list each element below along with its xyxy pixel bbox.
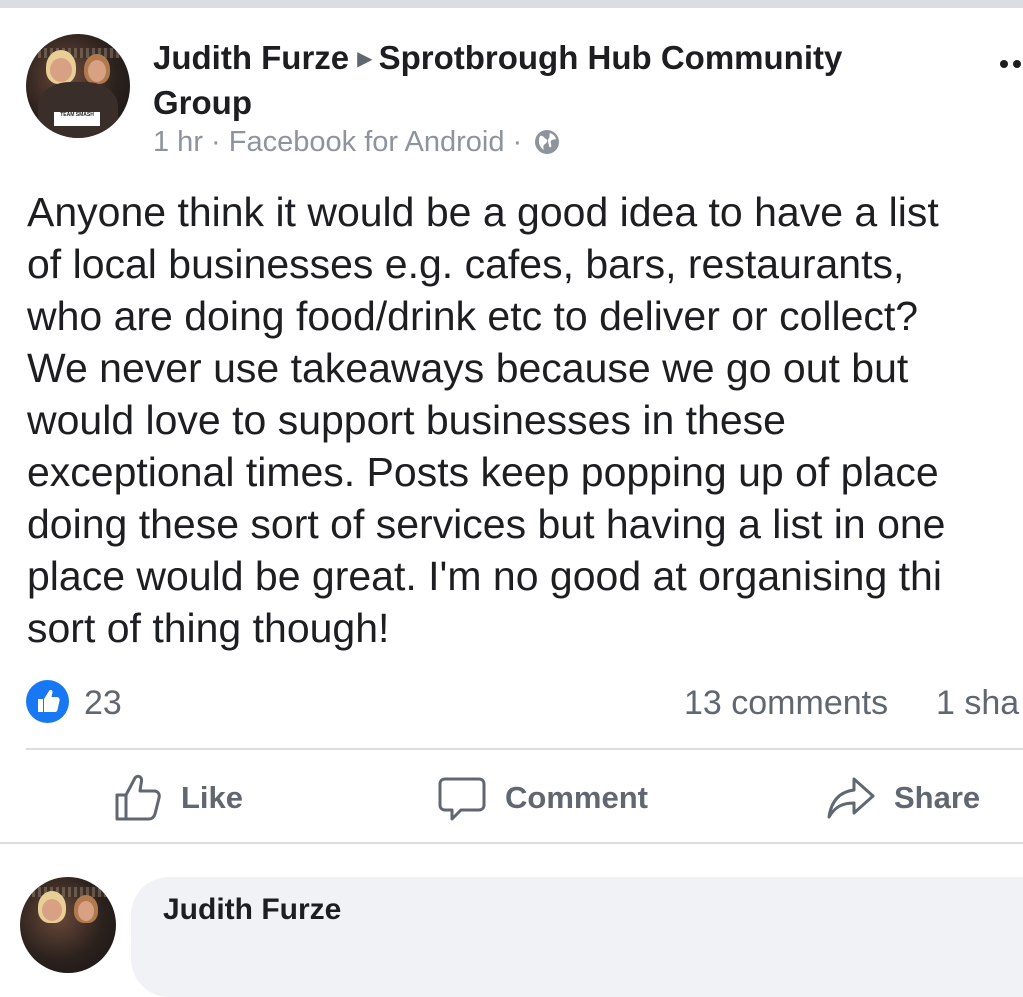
comments-divider [0,842,1023,844]
avatar-person-face-2 [78,901,94,921]
comment-bubble-icon [438,777,486,821]
more-options-icon[interactable] [1000,57,1023,71]
thumbs-up-icon [115,774,161,821]
post-source: Facebook for Android [228,126,505,158]
post-line: place would be great. I'm no good at org… [27,553,942,599]
post-line: would love to support businesses in thes… [27,397,786,443]
meta-separator: · [512,126,523,158]
post-meta: 1 hr · Facebook for Android · [153,124,560,160]
author-avatar[interactable]: TEAM SMASH [26,34,130,138]
share-button[interactable]: Share [826,770,980,826]
globe-icon[interactable] [534,129,560,155]
share-arrow-icon [827,777,875,819]
group-name-line2[interactable]: Group [153,84,252,121]
post-time[interactable]: 1 hr [153,126,203,158]
like-count[interactable]: 23 [84,683,122,723]
group-name-line1[interactable]: Sprotbrough Hub Community [379,39,843,76]
post-body: Anyone think it would be a good idea to … [27,186,1023,654]
shares-count[interactable]: 1 sha [936,683,1019,723]
like-label: Like [181,780,244,815]
post-line: sort of thing though! [27,605,390,651]
comments-count[interactable]: 13 comments [684,683,888,723]
like-reaction-icon[interactable] [26,680,69,723]
comment-button[interactable]: Comment [437,770,648,826]
post-line: of local businesses e.g. cafes, bars, re… [27,241,905,287]
post-line: We never use takeaways because we go out… [27,345,909,391]
avatar-background-pattern [26,48,130,58]
author-name[interactable]: Judith Furze [153,39,349,76]
post-line: exceptional times. Posts keep popping up… [27,449,939,495]
avatar-bodies [38,82,118,138]
comment-label: Comment [505,780,648,815]
avatar-person-face [50,58,72,82]
like-button[interactable]: Like [113,770,243,826]
avatar-background-pattern [20,887,116,897]
post-line: doing these sort of services but having … [27,501,946,547]
meta-separator: · [211,126,221,158]
share-label: Share [894,780,981,815]
top-divider [0,0,1023,8]
reactions-divider [26,748,1023,750]
posted-to-arrow-icon: ▶ [357,48,373,70]
avatar-person-face-2 [88,60,106,82]
avatar-sign: TEAM SMASH [54,112,100,126]
comment-author-name[interactable]: Judith Furze [163,891,341,929]
post-line: who are doing food/drink etc to deliver … [27,293,919,339]
post-header: Judith Furze ▶ Sprotbrough Hub Community G… [153,36,913,125]
commenter-avatar[interactable] [20,877,116,973]
avatar-person-face [42,899,62,921]
post-line: Anyone think it would be a good idea to … [27,189,939,235]
